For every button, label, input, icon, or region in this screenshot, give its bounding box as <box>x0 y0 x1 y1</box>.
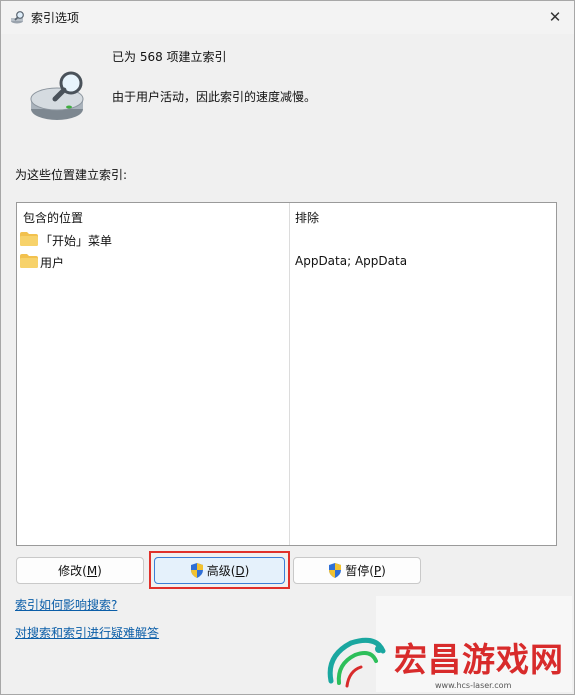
indexed-locations-list[interactable]: 包含的位置 排除 「开始」菜单 用户 AppData; AppData <box>16 202 557 546</box>
drive-search-icon <box>30 71 84 120</box>
modify-button-label: 修改(M) <box>58 564 102 578</box>
indexing-state-text: 由于用户活动，因此索引的速度减慢。 <box>112 90 317 104</box>
close-icon: ✕ <box>548 8 562 26</box>
modify-button[interactable]: 修改(M) <box>16 557 144 584</box>
window-title: 索引选项 <box>31 11 80 25</box>
location-name: 「开始」菜单 <box>40 234 113 248</box>
indexed-count-text: 已为 568 项建立索引 <box>112 50 227 64</box>
location-exclusions: AppData; AppData <box>295 254 408 268</box>
location-name: 用户 <box>40 256 65 270</box>
indexing-app-icon <box>11 11 24 24</box>
watermark-url: www.hcs-laser.com <box>435 681 512 690</box>
folder-icon <box>20 254 38 268</box>
column-header-exclude[interactable]: 排除 <box>295 209 319 226</box>
list-item[interactable]: 用户 AppData; AppData <box>20 253 555 273</box>
list-item[interactable]: 「开始」菜单 <box>20 231 555 251</box>
pause-button-label: 暂停(P) <box>345 564 386 578</box>
close-button[interactable]: ✕ <box>544 7 566 27</box>
advanced-button-label: 高级(D) <box>206 564 250 578</box>
troubleshoot-search-link[interactable]: 对搜索和索引进行疑难解答 <box>15 624 159 641</box>
locations-label: 为这些位置建立索引: <box>15 168 128 182</box>
advanced-button[interactable]: 高级(D) <box>154 557 285 584</box>
how-indexing-affects-search-link[interactable]: 索引如何影响搜索? <box>15 596 117 613</box>
watermark-title: 宏昌游戏网 <box>394 640 564 679</box>
column-header-included[interactable]: 包含的位置 <box>23 209 83 226</box>
folder-icon <box>20 232 38 246</box>
uac-shield-icon <box>190 563 203 578</box>
pause-button[interactable]: 暂停(P) <box>293 557 421 584</box>
uac-shield-icon <box>329 563 342 578</box>
title-bar: 索引选项 ✕ <box>1 1 574 34</box>
watermark-logo-icon <box>327 637 386 688</box>
indexing-options-window: 索引选项 ✕ 已为 568 项建立索引 由于用户活动，因此索引的速度减慢。 为这… <box>0 0 575 695</box>
